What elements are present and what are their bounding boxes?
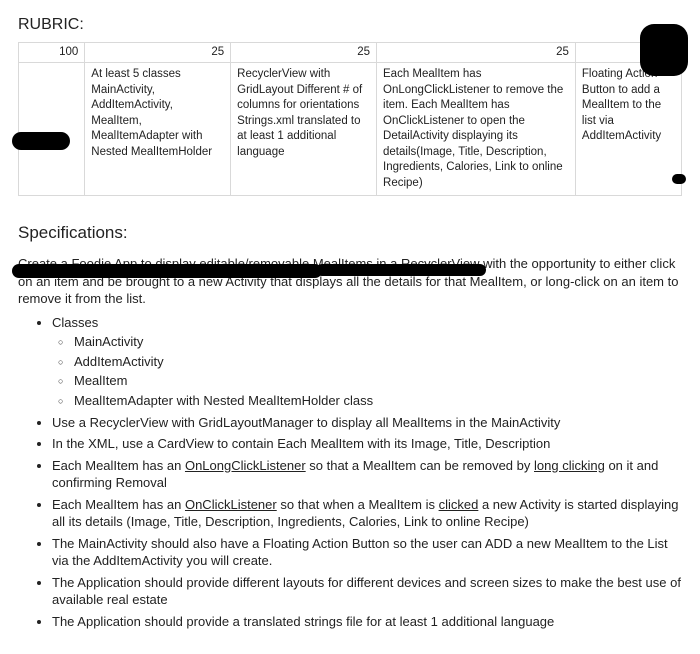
- sublist-item: MainActivity: [74, 333, 682, 351]
- text-fragment: Each MealItem has an: [52, 458, 185, 473]
- specifications-intro: Create a Foodie App to display editable/…: [18, 255, 682, 308]
- sublist-item: AddItemActivity: [74, 353, 682, 371]
- list-item: Use a RecyclerView with GridLayoutManage…: [52, 414, 682, 432]
- rubric-cell: Floating Action Button to add a MealItem…: [575, 63, 681, 196]
- list-item: Each MealItem has an OnLongClickListener…: [52, 457, 682, 492]
- spec-list: Classes MainActivity AddItemActivity Mea…: [18, 314, 682, 631]
- rubric-header: 100: [19, 42, 85, 63]
- rubric-header: 25: [377, 42, 576, 63]
- redaction-mark: [12, 132, 70, 150]
- redaction-mark: [672, 58, 682, 66]
- underlined-text: long clicking: [534, 458, 605, 473]
- specifications-section: Specifications: Create a Foodie App to d…: [18, 222, 682, 630]
- list-item: Each MealItem has an OnClickListener so …: [52, 496, 682, 531]
- rubric-body-row: At least 5 classes MainActivity, AddItem…: [19, 63, 682, 196]
- sublist-item: MealItemAdapter with Nested MealItemHold…: [74, 392, 682, 410]
- rubric-cell: At least 5 classes MainActivity, AddItem…: [85, 63, 231, 196]
- underlined-text: clicked: [439, 497, 479, 512]
- rubric-header: 25: [231, 42, 377, 63]
- rubric-header: 25: [85, 42, 231, 63]
- rubric-table: 100 25 25 25 25 Gr At least 5 classes Ma…: [18, 42, 682, 197]
- text-fragment: so that a MealItem can be removed by: [306, 458, 534, 473]
- rubric-cell: RecyclerView with GridLayout Different #…: [231, 63, 377, 196]
- sublist-item: MealItem: [74, 372, 682, 390]
- list-item: Classes MainActivity AddItemActivity Mea…: [52, 314, 682, 410]
- list-item: The Application should provide different…: [52, 574, 682, 609]
- list-item: The Application should provide a transla…: [52, 613, 682, 631]
- rubric-section: RUBRIC: 100 25 25 25 25 Gr At least 5 cl…: [18, 14, 682, 196]
- rubric-cell: Each MealItem has OnLongClickListener to…: [377, 63, 576, 196]
- redaction-mark: [316, 264, 486, 276]
- rubric-title: RUBRIC:: [18, 14, 682, 36]
- redaction-mark: [12, 264, 322, 278]
- redaction-mark: [672, 174, 686, 184]
- list-item: In the XML, use a CardView to contain Ea…: [52, 435, 682, 453]
- specifications-title: Specifications:: [18, 222, 682, 245]
- rubric-cell: [19, 63, 85, 196]
- classes-sublist: MainActivity AddItemActivity MealItem Me…: [52, 333, 682, 409]
- text-fragment: Each MealItem has an: [52, 497, 185, 512]
- list-item: The MainActivity should also have a Floa…: [52, 535, 682, 570]
- classes-label: Classes: [52, 315, 98, 330]
- underlined-text: OnLongClickListener: [185, 458, 306, 473]
- text-fragment: so that when a MealItem is: [277, 497, 439, 512]
- underlined-text: OnClickListener: [185, 497, 277, 512]
- rubric-header-row: 100 25 25 25 25 Gr: [19, 42, 682, 63]
- redaction-mark: [640, 24, 688, 76]
